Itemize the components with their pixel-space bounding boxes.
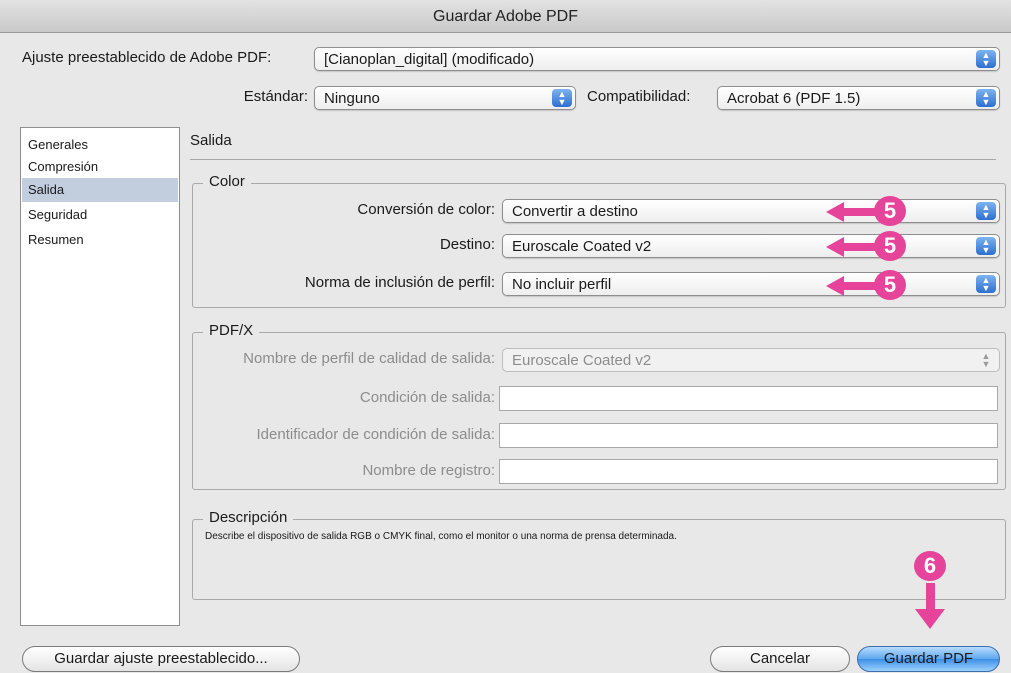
annotation-step-5: 5: [874, 196, 906, 226]
color-group-title: Color: [203, 173, 251, 190]
save-preset-button[interactable]: Guardar ajuste preestablecido...: [22, 646, 300, 672]
output-profile-label: Nombre de perfil de calidad de salida:: [243, 350, 495, 367]
preset-label: Ajuste preestablecido de Adobe PDF:: [22, 49, 272, 66]
registry-name-field[interactable]: [499, 459, 998, 484]
save-pdf-button[interactable]: Guardar PDF: [857, 646, 1000, 672]
description-text: Describe el dispositivo de salida RGB o …: [205, 531, 677, 542]
annotation-step-5: 5: [874, 231, 906, 261]
description-group-title: Descripción: [203, 509, 294, 526]
annotation-arrow-down-shaft: [926, 583, 935, 611]
annotation-arrow-left-icon: [826, 237, 882, 257]
preset-select[interactable]: [Cianoplan_digital] (modificado) ▲ ▼: [314, 47, 1000, 71]
standard-value: Ninguno: [324, 90, 380, 107]
output-profile-select[interactable]: Euroscale Coated v2 ▲ ▼: [502, 348, 1000, 372]
select-arrows-icon: ▲ ▼: [976, 275, 996, 293]
select-arrows-icon: ▲ ▼: [552, 89, 572, 107]
annotation-arrow-left-icon: [826, 202, 882, 222]
divider: [190, 159, 996, 160]
conversion-value: Convertir a destino: [512, 203, 638, 220]
select-arrows-icon: ▲ ▼: [981, 351, 991, 369]
annotation-step-6: 6: [914, 551, 946, 581]
select-arrows-icon: ▲ ▼: [976, 50, 996, 68]
window-title: Guardar Adobe PDF: [0, 0, 1011, 33]
profile-policy-value: No incluir perfil: [512, 276, 612, 293]
select-arrows-icon: ▲ ▼: [976, 237, 996, 255]
annotation-step-5: 5: [874, 270, 906, 300]
annotation-arrow-down-icon: [915, 609, 945, 629]
sidebar-item-seguridad[interactable]: Seguridad: [22, 203, 178, 227]
conversion-label: Conversión de color:: [357, 201, 495, 218]
standard-label: Estándar:: [243, 88, 308, 105]
sidebar-item-salida[interactable]: Salida: [22, 178, 178, 202]
category-list: Generales Compresión Salida Seguridad Re…: [20, 127, 180, 626]
output-profile-value: Euroscale Coated v2: [512, 352, 652, 369]
select-arrows-icon: ▲ ▼: [976, 202, 996, 220]
select-arrows-icon: ▲ ▼: [976, 89, 996, 107]
pdfx-group-title: PDF/X: [203, 322, 260, 339]
sidebar-item-compresion[interactable]: Compresión: [22, 155, 178, 179]
compat-label: Compatibilidad:: [587, 88, 691, 105]
sidebar-item-generales[interactable]: Generales: [22, 133, 178, 157]
cancel-button[interactable]: Cancelar: [710, 646, 850, 672]
output-condition-label: Condición de salida:: [359, 389, 495, 406]
condition-id-label: Identificador de condición de salida:: [256, 426, 496, 443]
condition-id-field[interactable]: [499, 423, 998, 448]
pane-title: Salida: [190, 132, 232, 149]
destination-label: Destino:: [439, 236, 495, 253]
output-condition-field[interactable]: [499, 386, 998, 411]
standard-select[interactable]: Ninguno ▲ ▼: [314, 86, 576, 110]
compat-select[interactable]: Acrobat 6 (PDF 1.5) ▲ ▼: [717, 86, 1000, 110]
destination-select[interactable]: Euroscale Coated v2 ▲ ▼: [502, 234, 1000, 258]
profile-policy-select[interactable]: No incluir perfil ▲ ▼: [502, 272, 1000, 296]
sidebar-item-resumen[interactable]: Resumen: [22, 228, 178, 252]
preset-value: [Cianoplan_digital] (modificado): [324, 51, 535, 68]
registry-name-label: Nombre de registro:: [362, 462, 495, 479]
annotation-arrow-left-icon: [826, 276, 882, 296]
compat-value: Acrobat 6 (PDF 1.5): [727, 90, 861, 107]
profile-policy-label: Norma de inclusión de perfil:: [304, 274, 495, 291]
conversion-select[interactable]: Convertir a destino ▲ ▼: [502, 199, 1000, 223]
destination-value: Euroscale Coated v2: [512, 238, 652, 255]
